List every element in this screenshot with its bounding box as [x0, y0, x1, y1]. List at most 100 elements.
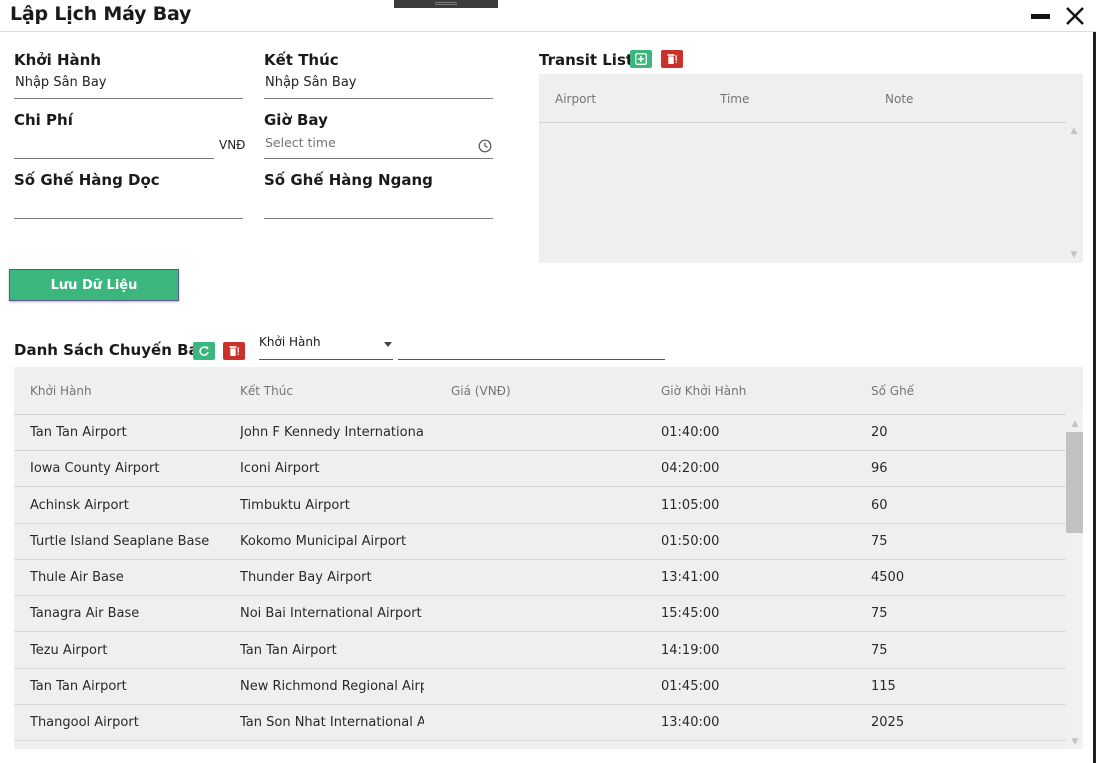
cell-departure: Tanagra Air Base [30, 606, 140, 622]
cell-arrival: Tan Son Nhat International Airpo [240, 715, 424, 730]
col-price[interactable]: Giá (VNĐ) [451, 384, 511, 398]
add-transit-button[interactable] [630, 50, 652, 68]
cell-departure: Tan Tan Airport [30, 678, 127, 694]
cell-price [451, 705, 646, 740]
refresh-button[interactable] [193, 342, 215, 360]
cell-arrival: Noi Bai International Airport [240, 606, 422, 622]
trash-icon [229, 346, 239, 356]
clock-icon [478, 139, 492, 153]
filter-select-value: Khởi Hành [259, 335, 321, 349]
flight-time-label: Giờ Bay [264, 111, 328, 129]
arrival-input[interactable]: Nhập Sân Bay [264, 73, 493, 99]
seat-rows-label: Số Ghế Hàng Dọc [14, 171, 160, 189]
delete-transit-button[interactable] [661, 50, 683, 68]
transit-col-time[interactable]: Time [720, 92, 749, 106]
cell-departure-time: 01:50:00 [661, 533, 720, 549]
cell-departure-time: 04:20:00 [661, 461, 720, 477]
cell-seats: 96 [871, 461, 888, 477]
cell-price [451, 488, 646, 523]
cell-departure: Tezu Airport [30, 642, 108, 658]
table-row[interactable]: Achinsk Airport Timbuktu Airport 11:05:00 6… [14, 488, 1066, 524]
arrival-label: Kết Thúc [264, 51, 339, 69]
drag-grip-icon [435, 2, 457, 5]
trash-icon [667, 54, 677, 64]
currency-unit: VNĐ [219, 138, 246, 152]
table-row[interactable]: Tanagra Air Base Noi Bai International Ai… [14, 596, 1066, 633]
transit-scroll-down-icon[interactable]: ▼ [1067, 249, 1081, 261]
clock-button[interactable] [478, 138, 492, 157]
cell-departure: Iowa County Airport [30, 461, 160, 477]
chevron-down-icon [384, 342, 392, 347]
cell-departure-time: 11:05:00 [661, 497, 720, 513]
cell-price [451, 596, 646, 631]
col-seats[interactable]: Số Ghế [871, 384, 914, 398]
flight-search-input[interactable] [398, 333, 665, 360]
cell-departure: Achinsk Airport [30, 497, 129, 513]
cell-departure-time: 01:40:00 [661, 425, 720, 440]
transit-col-note[interactable]: Note [885, 92, 913, 106]
cell-price [451, 524, 646, 559]
window-title: Lập Lịch Máy Bay [10, 3, 192, 25]
cell-departure: Turtle Island Seaplane Base [30, 533, 210, 549]
cell-departure-time: 13:41:00 [661, 570, 720, 585]
delete-flight-button[interactable] [223, 342, 245, 360]
cell-price [451, 633, 646, 668]
col-departure[interactable]: Khởi Hành [30, 384, 92, 398]
cell-arrival: John F Kennedy International Air [240, 425, 424, 440]
close-icon [1066, 7, 1084, 25]
cell-price [451, 451, 646, 486]
cell-departure-time: 01:45:00 [661, 678, 720, 694]
table-row[interactable]: Tan Tan Airport John F Kennedy Internatio… [14, 415, 1066, 451]
table-scroll-down-icon[interactable]: ▼ [1068, 736, 1082, 748]
transit-scroll-up-icon[interactable]: ▲ [1067, 125, 1081, 137]
minimize-button[interactable] [1030, 8, 1052, 24]
col-arrival[interactable]: Kết Thúc [240, 384, 293, 398]
table-row[interactable]: Thangool Airport Tan Son Nhat Internation… [14, 705, 1066, 741]
refresh-icon [199, 346, 209, 356]
cost-label: Chi Phí [14, 111, 73, 129]
plus-square-icon [635, 53, 647, 65]
cell-seats: 75 [871, 533, 888, 549]
transit-header-divider [539, 122, 1066, 123]
transit-col-airport[interactable]: Airport [555, 92, 596, 106]
flight-list-title: Danh Sách Chuyến Bay [14, 341, 208, 359]
departure-input[interactable]: Nhập Sân Bay [14, 73, 243, 99]
cell-departure: Thangool Airport [30, 715, 139, 730]
cell-seats: 2025 [871, 715, 905, 730]
cell-seats: 4500 [871, 570, 905, 585]
cost-input[interactable] [14, 133, 214, 159]
col-departure-time[interactable]: Giờ Khởi Hành [661, 384, 746, 398]
close-button[interactable] [1063, 4, 1087, 28]
table-row[interactable]: Tezu Airport Tan Tan Airport 14:19:00 75 [14, 633, 1066, 669]
cell-arrival: Thunder Bay Airport [240, 570, 372, 585]
cell-price [451, 560, 646, 595]
cell-departure: Thule Air Base [30, 570, 124, 585]
cell-seats: 75 [871, 642, 888, 658]
table-scrollbar-thumb[interactable] [1066, 432, 1083, 533]
cell-seats: 60 [871, 497, 888, 513]
table-row[interactable]: Turtle Island Seaplane Base Kokomo Munici… [14, 524, 1066, 560]
cell-departure-time: 13:40:00 [661, 715, 720, 730]
table-row[interactable]: Iowa County Airport Iconi Airport 04:20:00… [14, 451, 1066, 488]
flight-time-picker[interactable]: Select time [264, 133, 493, 159]
seat-cols-label: Số Ghế Hàng Ngang [264, 171, 433, 189]
cell-arrival: Iconi Airport [240, 461, 320, 477]
cell-arrival: Timbuktu Airport [240, 497, 350, 513]
cell-seats: 20 [871, 425, 888, 440]
cell-price [451, 415, 646, 450]
table-scroll-up-icon[interactable]: ▲ [1068, 418, 1082, 430]
cell-departure-time: 15:45:00 [661, 606, 720, 622]
departure-label: Khởi Hành [14, 51, 102, 69]
minimize-icon [1031, 14, 1050, 19]
cell-seats: 75 [871, 606, 888, 622]
table-row[interactable]: Tan Tan Airport New Richmond Regional Air… [14, 669, 1066, 705]
filter-field-select[interactable]: Khởi Hành [259, 333, 393, 360]
table-row[interactable]: Thule Air Base Thunder Bay Airport 13:41:0… [14, 560, 1066, 596]
seat-rows-input[interactable] [14, 193, 243, 219]
cell-arrival: Tan Tan Airport [240, 642, 337, 658]
cell-arrival: Kokomo Municipal Airport [240, 533, 407, 549]
seat-cols-input[interactable] [264, 193, 493, 219]
cell-departure: Tan Tan Airport [30, 425, 127, 440]
save-button[interactable]: Lưu Dữ Liệu [9, 269, 179, 301]
cell-price [451, 669, 646, 704]
